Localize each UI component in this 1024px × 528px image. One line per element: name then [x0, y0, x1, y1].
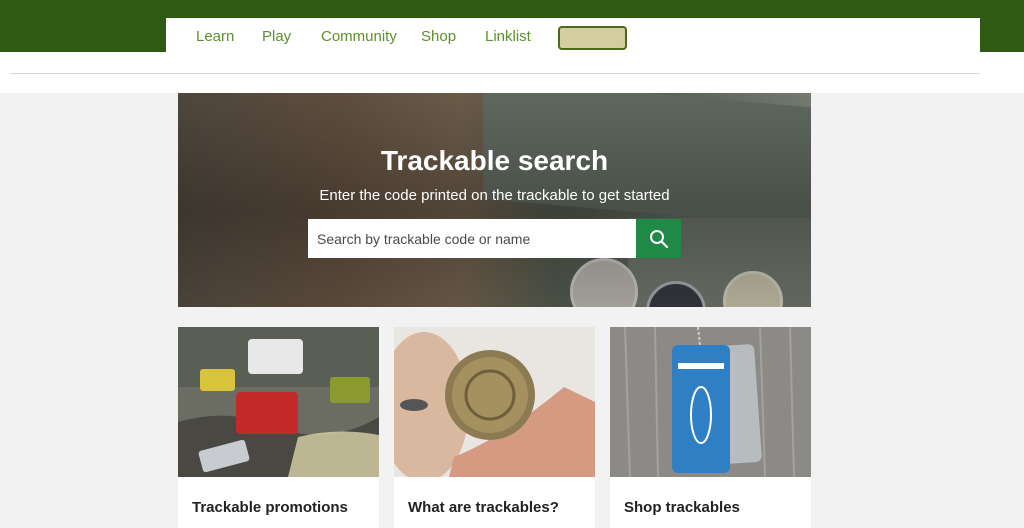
- card-label: Trackable promotions: [192, 499, 348, 516]
- search-icon: [649, 229, 668, 248]
- hero-banner: Trackable search Enter the code printed …: [178, 93, 811, 307]
- nav-learn[interactable]: Learn: [196, 28, 234, 46]
- main-nav: Learn Play Community Shop Linklist: [166, 18, 980, 52]
- hero-title: Trackable search: [380, 145, 609, 176]
- card-label: What are trackables?: [408, 499, 559, 516]
- card-image-travel-bug: [610, 327, 811, 477]
- nav-shop[interactable]: Shop: [421, 28, 456, 46]
- nav-linklist[interactable]: Linklist: [485, 28, 531, 46]
- nav-action-button[interactable]: [558, 26, 627, 50]
- search-button[interactable]: [636, 219, 681, 258]
- nav-play[interactable]: Play: [262, 28, 291, 46]
- card-label: Shop trackables: [624, 499, 740, 516]
- card-trackable-promotions[interactable]: Trackable promotions: [178, 327, 379, 528]
- card-shop-trackables[interactable]: Shop trackables: [610, 327, 811, 528]
- card-what-are-trackables[interactable]: What are trackables?: [394, 327, 595, 528]
- trackable-search-input[interactable]: [308, 219, 636, 258]
- divider: [10, 73, 980, 74]
- card-image-toy-vehicles: [178, 327, 379, 477]
- nav-community[interactable]: Community: [321, 28, 397, 46]
- card-image-geocoin: [394, 327, 595, 477]
- hero-subtitle: Enter the code printed on the trackable …: [319, 187, 670, 204]
